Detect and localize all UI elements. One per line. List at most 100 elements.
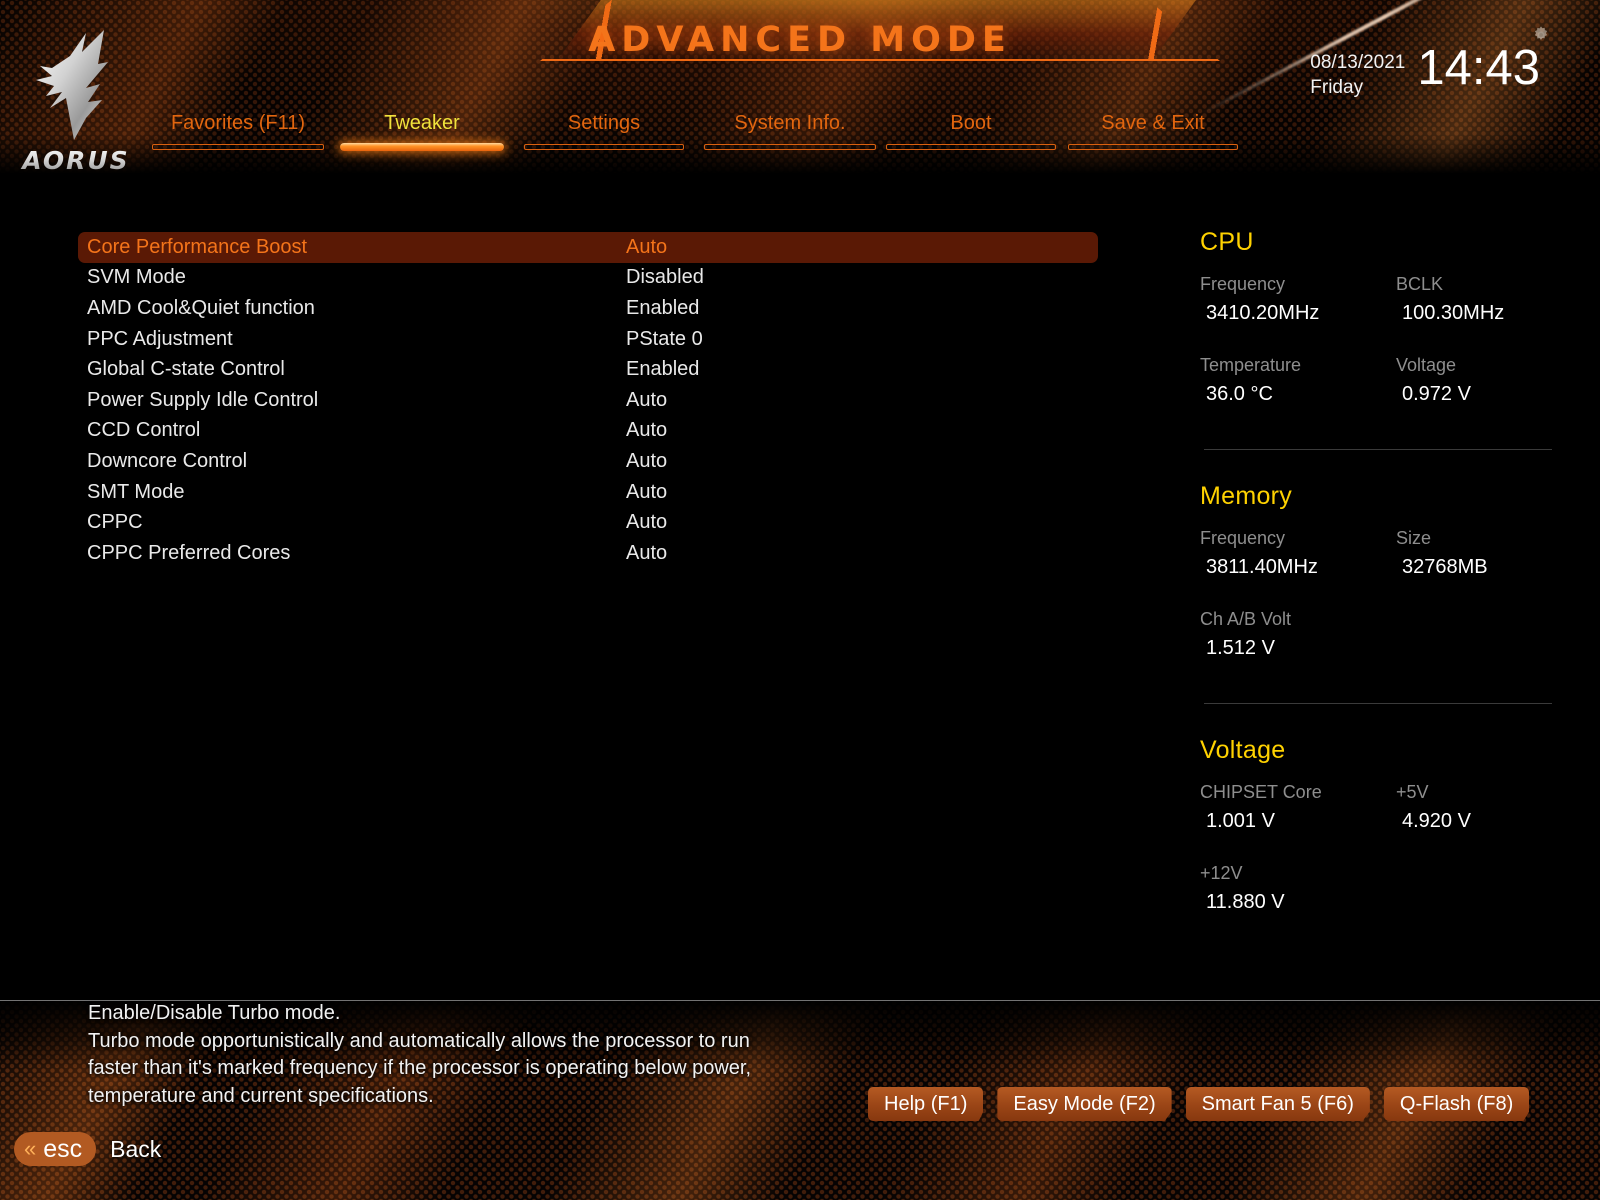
memory-size-key: Size: [1396, 528, 1432, 548]
tab-save-exit-underline: [1068, 144, 1238, 150]
setting-value[interactable]: Auto: [626, 542, 667, 565]
plus5v-value: 4.920 V: [1402, 810, 1471, 832]
cpu-temperature-value: 36.0 °C: [1206, 383, 1273, 405]
plus5v-key: +5V: [1396, 782, 1429, 802]
tab-settings[interactable]: Settings: [524, 112, 684, 150]
date-block: 08/13/2021 Friday: [1310, 44, 1405, 100]
easy-mode-f2-button[interactable]: Easy Mode (F2): [997, 1087, 1172, 1121]
setting-label: Downcore Control: [87, 449, 248, 472]
memory-frequency-key: Frequency: [1200, 528, 1286, 548]
cpu-frequency-cell: Frequency 3410.20MHz: [1200, 271, 1396, 328]
plus5v-cell: +5V 4.920 V: [1396, 779, 1560, 836]
setting-row-smt-mode[interactable]: SMT Mode Auto: [78, 477, 1098, 508]
setting-row-ppc-adjustment[interactable]: PPC Adjustment PState 0: [78, 324, 1098, 355]
setting-value[interactable]: Auto: [626, 389, 667, 412]
weekday-value: Friday: [1310, 77, 1364, 98]
tab-save-exit-label: Save & Exit: [1101, 112, 1205, 134]
settings-list: Core Performance Boost Auto SVM Mode Dis…: [78, 232, 1098, 569]
chipset-core-cell: CHIPSET Core 1.001 V: [1200, 779, 1396, 836]
setting-label: SMT Mode: [87, 480, 185, 503]
sidebar-divider-1: [1204, 449, 1552, 450]
q-flash-f8-button[interactable]: Q-Flash (F8): [1383, 1087, 1530, 1121]
memory-size-cell: Size 32768MB: [1396, 525, 1560, 582]
setting-label: CPPC: [87, 511, 143, 534]
tab-settings-label: Settings: [567, 112, 641, 134]
tab-system-info-label: System Info.: [734, 112, 846, 134]
tab-save-exit[interactable]: Save & Exit: [1068, 112, 1238, 150]
voltage-info-block: Voltage CHIPSET Core 1.001 V +5V 4.920 V…: [1200, 736, 1560, 923]
tab-system-info-underline: [704, 144, 876, 150]
memory-frequency-value: 3811.40MHz: [1206, 556, 1318, 578]
chipset-core-key: CHIPSET Core: [1200, 782, 1322, 802]
setting-label: Global C-state Control: [87, 358, 285, 381]
tab-settings-underline: [524, 144, 684, 150]
help-line-4: temperature and current specifications.: [88, 1084, 434, 1107]
help-description: Enable/Disable Turbo mode. Turbo mode op…: [88, 1000, 908, 1110]
bios-screen: ADVANCED MODE AORUS Favorites (F11) Twea…: [0, 0, 1600, 1200]
date-value: 08/13/2021: [1310, 52, 1406, 73]
tab-tweaker[interactable]: Tweaker: [340, 112, 504, 151]
tab-boot[interactable]: Boot: [886, 112, 1056, 150]
voltage-empty-cell: [1396, 860, 1560, 917]
setting-row-core-performance-boost[interactable]: Core Performance Boost Auto: [78, 232, 1098, 263]
setting-label: SVM Mode: [87, 266, 186, 289]
smart-fan-5-f6-button[interactable]: Smart Fan 5 (F6): [1185, 1087, 1370, 1121]
tab-favorites[interactable]: Favorites (F11): [152, 112, 324, 150]
cpu-frequency-key: Frequency: [1200, 274, 1286, 294]
memory-section-title: Memory: [1200, 482, 1293, 510]
aorus-wordmark: AORUS: [12, 146, 140, 175]
setting-value[interactable]: Auto: [626, 419, 667, 442]
help-line-2: Turbo mode opportunistically and automat…: [88, 1029, 750, 1052]
memory-size-value: 32768MB: [1402, 556, 1488, 578]
esc-back-control[interactable]: « esc Back: [14, 1132, 161, 1166]
cpu-temperature-cell: Temperature 36.0 °C: [1200, 352, 1396, 409]
setting-row-cppc-preferred-cores[interactable]: CPPC Preferred Cores Auto: [78, 538, 1098, 569]
setting-value[interactable]: Enabled: [626, 297, 699, 320]
memory-info-block: Memory Frequency 3811.40MHz Size 32768MB…: [1200, 482, 1560, 669]
cpu-voltage-cell: Voltage 0.972 V: [1396, 352, 1560, 409]
memory-chab-volt-value: 1.512 V: [1206, 637, 1275, 659]
cpu-bclk-cell: BCLK 100.30MHz: [1396, 271, 1560, 328]
setting-value[interactable]: Auto: [626, 450, 667, 473]
setting-value[interactable]: Enabled: [626, 358, 699, 381]
voltage-section-title: Voltage: [1200, 736, 1286, 764]
setting-label: CPPC Preferred Cores: [87, 541, 291, 564]
setting-row-cppc[interactable]: CPPC Auto: [78, 507, 1098, 538]
setting-row-ccd-control[interactable]: CCD Control Auto: [78, 416, 1098, 447]
setting-value[interactable]: Disabled: [626, 266, 704, 289]
plus12v-value: 11.880 V: [1206, 891, 1285, 913]
setting-label: AMD Cool&Quiet function: [87, 296, 315, 319]
cpu-bclk-value: 100.30MHz: [1402, 302, 1505, 324]
memory-frequency-cell: Frequency 3811.40MHz: [1200, 525, 1396, 582]
tab-system-info[interactable]: System Info.: [704, 112, 876, 150]
cpu-section-title: CPU: [1200, 228, 1254, 256]
back-label: Back: [110, 1135, 162, 1162]
setting-value[interactable]: Auto: [626, 236, 667, 259]
setting-value[interactable]: Auto: [626, 481, 667, 504]
header-bar: ADVANCED MODE AORUS Favorites (F11) Twea…: [0, 0, 1600, 180]
double-chevron-left-icon: «: [24, 1136, 37, 1161]
plus12v-cell: +12V 11.880 V: [1200, 860, 1396, 917]
setting-row-power-supply-idle-control[interactable]: Power Supply Idle Control Auto: [78, 385, 1098, 416]
setting-row-downcore-control[interactable]: Downcore Control Auto: [78, 446, 1098, 477]
esc-key-pill[interactable]: « esc: [14, 1132, 97, 1166]
help-f1-button[interactable]: Help (F1): [868, 1087, 984, 1121]
chipset-core-value: 1.001 V: [1206, 810, 1275, 832]
setting-row-amd-cool-quiet[interactable]: AMD Cool&Quiet function Enabled: [78, 293, 1098, 324]
cpu-temperature-key: Temperature: [1200, 355, 1302, 375]
falcon-icon: [36, 30, 108, 140]
aorus-falcon-logo: AORUS: [12, 22, 140, 175]
tab-boot-underline: [886, 144, 1056, 150]
setting-row-svm-mode[interactable]: SVM Mode Disabled: [78, 263, 1098, 294]
main-navigation: Favorites (F11) Tweaker Settings System …: [152, 112, 1272, 160]
setting-label: PPC Adjustment: [87, 327, 233, 350]
setting-value[interactable]: PState 0: [626, 328, 703, 351]
setting-value[interactable]: Auto: [626, 511, 667, 534]
setting-row-global-c-state-control[interactable]: Global C-state Control Enabled: [78, 354, 1098, 385]
cpu-bclk-key: BCLK: [1396, 274, 1444, 294]
memory-empty-cell: [1396, 606, 1560, 663]
sidebar-divider-2: [1204, 703, 1552, 704]
system-monitor-sidebar: CPU Frequency 3410.20MHz BCLK 100.30MHz …: [1200, 228, 1560, 923]
memory-chab-volt-cell: Ch A/B Volt 1.512 V: [1200, 606, 1396, 663]
tab-favorites-underline: [152, 144, 324, 150]
